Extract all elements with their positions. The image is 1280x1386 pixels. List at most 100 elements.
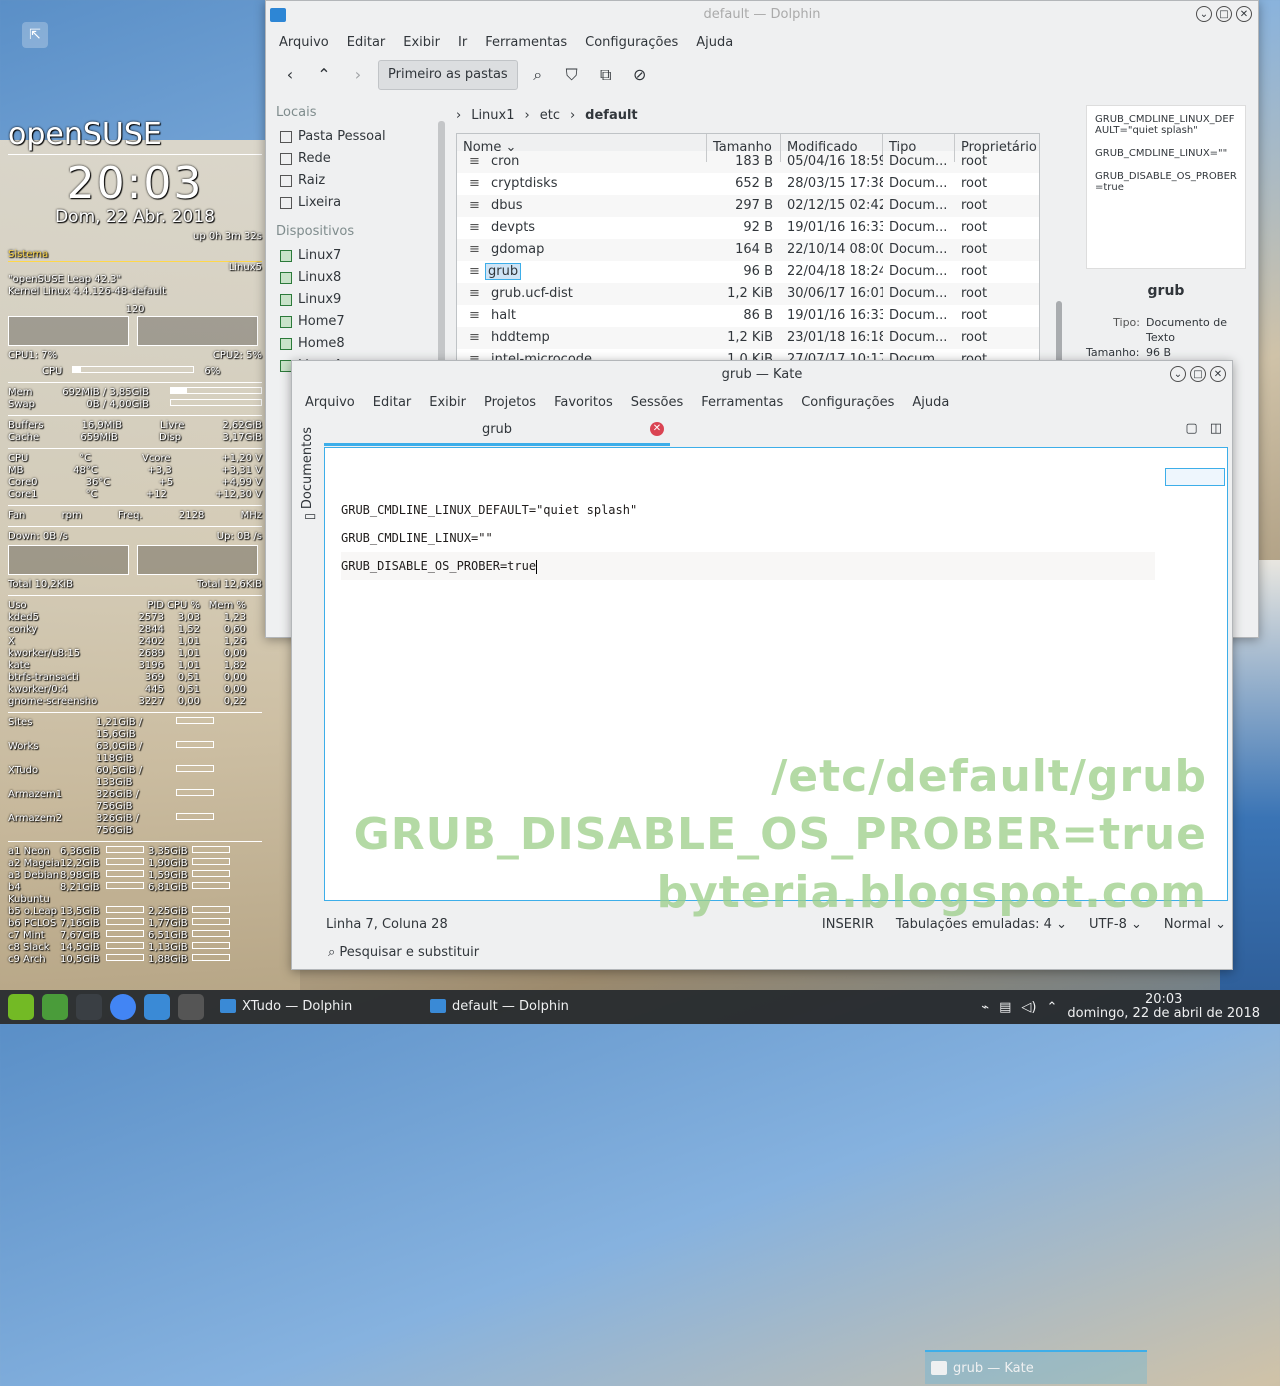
syntax-mode[interactable]: Normal <box>1164 917 1211 932</box>
close-button[interactable]: ✕ <box>1236 6 1252 22</box>
close-button[interactable]: ✕ <box>1210 366 1226 382</box>
file-row[interactable]: grub 96 B 22/04/18 18:24 Docum... root <box>457 261 1039 283</box>
drive-icon <box>280 272 292 284</box>
menu-item-editar[interactable]: Editar <box>364 395 421 410</box>
file-row[interactable]: hddtemp 1,2 KiB 23/01/18 16:18 Docum... root <box>457 327 1039 349</box>
menu-item-sessões[interactable]: Sessões <box>622 395 693 410</box>
conky-date: Dom, 22 Abr. 2018 <box>55 207 215 227</box>
editor-line[interactable]: GRUB_CMDLINE_LINUX_DEFAULT="quiet splash… <box>341 496 1155 524</box>
editor-line[interactable] <box>341 468 1155 496</box>
device-item[interactable]: Linux7 <box>274 245 434 267</box>
clipboard-icon[interactable]: ▤ <box>999 1000 1011 1015</box>
menu-item-configurações[interactable]: Configurações <box>576 35 687 50</box>
minimize-button[interactable]: ⌄ <box>1170 366 1186 382</box>
file-name-text: halt <box>491 308 516 323</box>
menu-item-ferramentas[interactable]: Ferramentas <box>476 35 576 50</box>
dolphin-launcher-icon[interactable] <box>144 994 170 1020</box>
menu-item-ferramentas[interactable]: Ferramentas <box>692 395 792 410</box>
search-replace-toggle[interactable]: ⌕ Pesquisar e substituir <box>328 945 479 960</box>
filter-icon[interactable]: ⛉ <box>558 61 586 89</box>
task-default-dolphin[interactable]: default — Dolphin <box>424 990 624 1024</box>
breadcrumb-linux1[interactable]: Linux1 <box>471 108 514 123</box>
minimap[interactable] <box>1165 468 1225 486</box>
task-xtudo-dolphin[interactable]: XTudo — Dolphin <box>214 990 414 1024</box>
sort-folders-first-button[interactable]: Primeiro as pastas <box>378 60 518 90</box>
cursor-position[interactable]: Linha 7, Coluna 28 <box>326 917 448 932</box>
kate-titlebar[interactable]: grub — Kate ⌄ □ ✕ <box>292 361 1232 389</box>
places-item-label: Rede <box>298 151 331 166</box>
task-grub-kate[interactable]: grub — Kate <box>925 1350 1147 1384</box>
input-mode[interactable]: INSERIR <box>822 917 874 932</box>
browser-icon[interactable] <box>110 994 136 1020</box>
editor-line[interactable]: GRUB_CMDLINE_LINUX="" <box>341 524 1155 552</box>
back-icon[interactable]: ‹ <box>276 61 304 89</box>
minimize-button[interactable]: ⌄ <box>1196 6 1212 22</box>
terminal-icon[interactable] <box>178 994 204 1020</box>
taskbar-clock[interactable]: 20:03 domingo, 22 de abril de 2018 <box>1067 993 1260 1021</box>
places-item[interactable]: Rede <box>274 148 434 170</box>
places-item[interactable]: Lixeira <box>274 192 434 214</box>
menu-item-ir[interactable]: Ir <box>449 35 476 50</box>
file-row[interactable]: grub.ucf-dist 1,2 KiB 30/06/17 16:01 Docum.… <box>457 283 1039 305</box>
sensor-cell: +3,3 <box>147 465 172 476</box>
system-settings-icon[interactable] <box>76 994 102 1020</box>
dist-bar <box>192 954 230 961</box>
file-row[interactable]: dbus 297 B 02/12/15 02:42 Docum... root <box>457 195 1039 217</box>
file-row[interactable]: devpts 92 B 19/01/16 16:33 Docum... root <box>457 217 1039 239</box>
close-tab-icon[interactable]: ✕ <box>650 422 664 436</box>
file-scrollbar[interactable] <box>1054 135 1064 383</box>
file-row[interactable]: cron 183 B 05/04/16 18:59 Docum... root <box>457 151 1039 173</box>
chevron-up-icon[interactable]: ⌃ <box>1046 1000 1057 1015</box>
kate-documents-sidebar[interactable]: Documentos ▭ <box>296 417 322 577</box>
menu-item-arquivo[interactable]: Arquivo <box>270 35 338 50</box>
volume-icon[interactable]: ◁) <box>1021 1000 1036 1015</box>
breadcrumb-default[interactable]: default <box>585 108 637 123</box>
file-row[interactable]: gdomap 164 B 22/10/14 08:00 Docum... root <box>457 239 1039 261</box>
document-tab[interactable]: grub ✕ <box>324 417 670 446</box>
conky-down: Down: 0B /s <box>8 531 68 542</box>
dolphin-titlebar[interactable]: default — Dolphin ⌄ □ ✕ <box>266 1 1258 29</box>
maximize-button[interactable]: □ <box>1190 366 1206 382</box>
menu-item-favoritos[interactable]: Favoritos <box>545 395 622 410</box>
file-row[interactable]: cryptdisks 652 B 28/03/15 17:38 Docum... roo… <box>457 173 1039 195</box>
application-launcher-icon[interactable] <box>8 994 34 1020</box>
menu-item-exibir[interactable]: Exibir <box>394 35 449 50</box>
search-icon[interactable]: ⌕ <box>524 61 552 89</box>
indent-settings[interactable]: Tabulações emuladas: 4 <box>896 917 1052 932</box>
places-item[interactable]: Pasta Pessoal <box>274 126 434 148</box>
menu-item-ajuda[interactable]: Ajuda <box>903 395 958 410</box>
quick-open-icon[interactable]: ▢ <box>1185 421 1197 436</box>
file-row[interactable]: halt 86 B 19/01/16 16:33 Docum... root <box>457 305 1039 327</box>
menu-item-editar[interactable]: Editar <box>338 35 395 50</box>
menu-item-ajuda[interactable]: Ajuda <box>687 35 742 50</box>
menu-item-projetos[interactable]: Projetos <box>475 395 545 410</box>
forward-icon[interactable]: › <box>344 61 372 89</box>
device-item[interactable]: Home8 <box>274 333 434 355</box>
editor-line[interactable]: GRUB_DISABLE_OS_PROBER=true <box>341 552 1155 580</box>
breadcrumb-etc[interactable]: etc <box>540 108 560 123</box>
new-tab-icon[interactable]: ⧉ <box>592 61 620 89</box>
device-item[interactable]: Linux8 <box>274 267 434 289</box>
chevron-down-icon: ⌄ <box>1126 916 1142 932</box>
device-item[interactable]: Linux9 <box>274 289 434 311</box>
proc-cell: 0,51 <box>177 672 200 683</box>
text-editor[interactable]: GRUB_CMDLINE_LINUX_DEFAULT="quiet splash… <box>324 447 1228 918</box>
menu-item-configurações[interactable]: Configurações <box>792 395 903 410</box>
usb-icon[interactable]: ⌁ <box>981 1000 989 1015</box>
documents-tab[interactable]: Documentos <box>300 427 315 509</box>
file-manager-launcher-icon[interactable] <box>42 994 68 1020</box>
places-item[interactable]: Raiz <box>274 170 434 192</box>
split-view-icon[interactable]: ◫ <box>1210 421 1222 436</box>
folder-icon[interactable]: ▭ <box>304 509 316 524</box>
menu-item-exibir[interactable]: Exibir <box>420 395 475 410</box>
maximize-button[interactable]: □ <box>1216 6 1232 22</box>
conky-freq-label: Freq. <box>118 510 143 521</box>
device-item[interactable]: Home7 <box>274 311 434 333</box>
menu-item-arquivo[interactable]: Arquivo <box>296 395 364 410</box>
hidden-files-icon[interactable]: ⊘ <box>626 61 654 89</box>
conky-mem-label: Mem <box>8 387 33 398</box>
dist-root: 14,5GiB <box>60 942 100 953</box>
desktop-toolbox-icon[interactable]: ⇱ <box>22 22 48 48</box>
up-icon[interactable]: ⌃ <box>310 61 338 89</box>
encoding[interactable]: UTF-8 <box>1089 917 1127 932</box>
